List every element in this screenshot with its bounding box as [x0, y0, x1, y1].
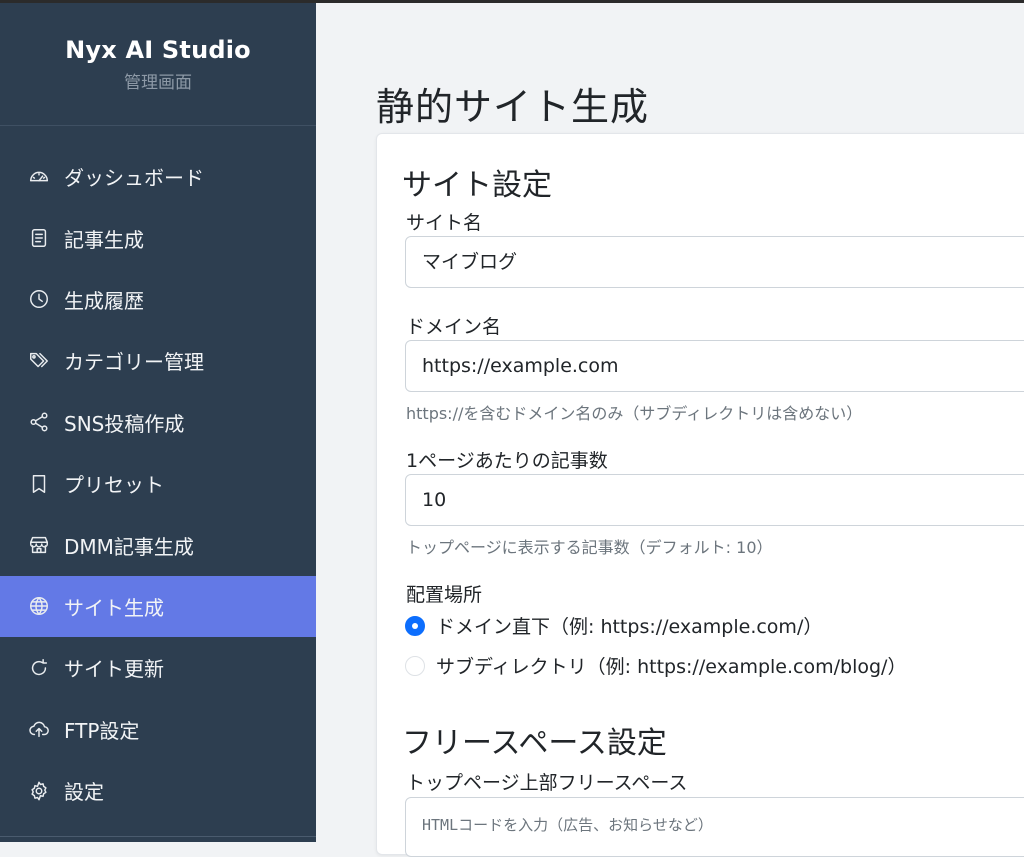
placement-label: 配置場所: [406, 584, 483, 606]
site-settings-heading: サイト設定: [402, 168, 552, 203]
sidebar-item-ftp-settings[interactable]: FTP設定: [0, 699, 316, 760]
clock-icon: [28, 288, 50, 310]
top-free-space-placeholder: HTMLコードを入力（広告、お知らせなど）: [422, 816, 713, 834]
sidebar-item-site-generation[interactable]: サイト生成: [0, 575, 316, 638]
sidebar-item-categories[interactable]: カテゴリー管理: [0, 330, 316, 391]
cloud-upload-icon: [28, 718, 50, 740]
sidebar-item-label: FTP設定: [64, 718, 140, 743]
page-title: 静的サイト生成: [376, 85, 650, 129]
sidebar-item-label: DMM記事生成: [64, 534, 194, 559]
sidebar-item-history[interactable]: 生成履歴: [0, 269, 316, 330]
placement-option-subdirectory[interactable]: サブディレクトリ（例: https://example.com/blog/）: [405, 652, 906, 679]
site-name-label: サイト名: [406, 212, 483, 234]
bookmark-icon: [28, 473, 50, 495]
top-free-space-label: トップページ上部フリースペース: [406, 772, 688, 794]
placement-option-root[interactable]: ドメイン直下（例: https://example.com/）: [405, 612, 822, 639]
sidebar-item-label: ダッシュボード: [64, 166, 204, 191]
sidebar: Nyx AI Studio 管理画面 ダッシュボード 記事生成 生成履歴 カテゴ…: [0, 0, 316, 842]
sidebar-item-label: 生成履歴: [64, 288, 144, 313]
sidebar-item-label: プリセット: [64, 473, 164, 498]
sidebar-brand: Nyx AI Studio 管理画面: [0, 0, 316, 126]
sidebar-item-label: サイト更新: [64, 657, 164, 682]
sidebar-item-dashboard[interactable]: ダッシュボード: [0, 146, 316, 207]
domain-input[interactable]: https://example.com: [405, 340, 1024, 392]
sidebar-item-dmm-article[interactable]: DMM記事生成: [0, 514, 316, 575]
top-free-space-textarea[interactable]: HTMLコードを入力（広告、お知らせなど）: [405, 797, 1024, 857]
sidebar-item-site-update[interactable]: サイト更新: [0, 637, 316, 698]
sidebar-item-settings[interactable]: 設定: [0, 760, 316, 821]
placement-option-label: サブディレクトリ（例: https://example.com/blog/）: [436, 656, 907, 678]
sidebar-item-sns-post[interactable]: SNS投稿作成: [0, 392, 316, 453]
refresh-icon: [28, 657, 50, 679]
sidebar-item-label: 記事生成: [64, 227, 144, 252]
site-name-input[interactable]: マイブログ: [405, 236, 1024, 288]
per-page-input[interactable]: 10: [405, 474, 1024, 526]
sidebar-item-presets[interactable]: プリセット: [0, 453, 316, 514]
globe-icon: [28, 595, 50, 617]
shop-icon: [28, 534, 50, 556]
sidebar-item-label: サイト生成: [64, 595, 164, 620]
gear-icon: [28, 780, 50, 802]
placement-radio-subdirectory[interactable]: [405, 655, 425, 676]
document-icon: [28, 227, 50, 249]
sidebar-divider: [0, 836, 316, 837]
share-icon: [28, 411, 50, 433]
free-space-heading: フリースペース設定: [402, 726, 667, 761]
sidebar-item-article-generation[interactable]: 記事生成: [0, 207, 316, 268]
sidebar-item-label: 設定: [64, 780, 104, 805]
placement-option-label: ドメイン直下（例: https://example.com/）: [436, 616, 823, 638]
placement-radio-root[interactable]: [405, 615, 425, 636]
per-page-help-text: トップページに表示する記事数（デフォルト: 10）: [406, 538, 773, 557]
domain-label: ドメイン名: [406, 316, 502, 338]
sidebar-nav: ダッシュボード 記事生成 生成履歴 カテゴリー管理 SNS投稿作成 プリセット …: [0, 146, 316, 821]
window-top-border: [0, 0, 1024, 3]
speedometer-icon: [28, 166, 50, 188]
tags-icon: [28, 350, 50, 372]
sidebar-item-label: SNS投稿作成: [64, 411, 185, 436]
sidebar-item-label: カテゴリー管理: [64, 350, 204, 375]
brand-subtitle: 管理画面: [124, 73, 192, 93]
brand-title[interactable]: Nyx AI Studio: [0, 36, 316, 64]
per-page-label: 1ページあたりの記事数: [406, 450, 608, 472]
domain-help-text: https://を含むドメイン名のみ（サブディレクトリは含めない）: [406, 404, 863, 423]
